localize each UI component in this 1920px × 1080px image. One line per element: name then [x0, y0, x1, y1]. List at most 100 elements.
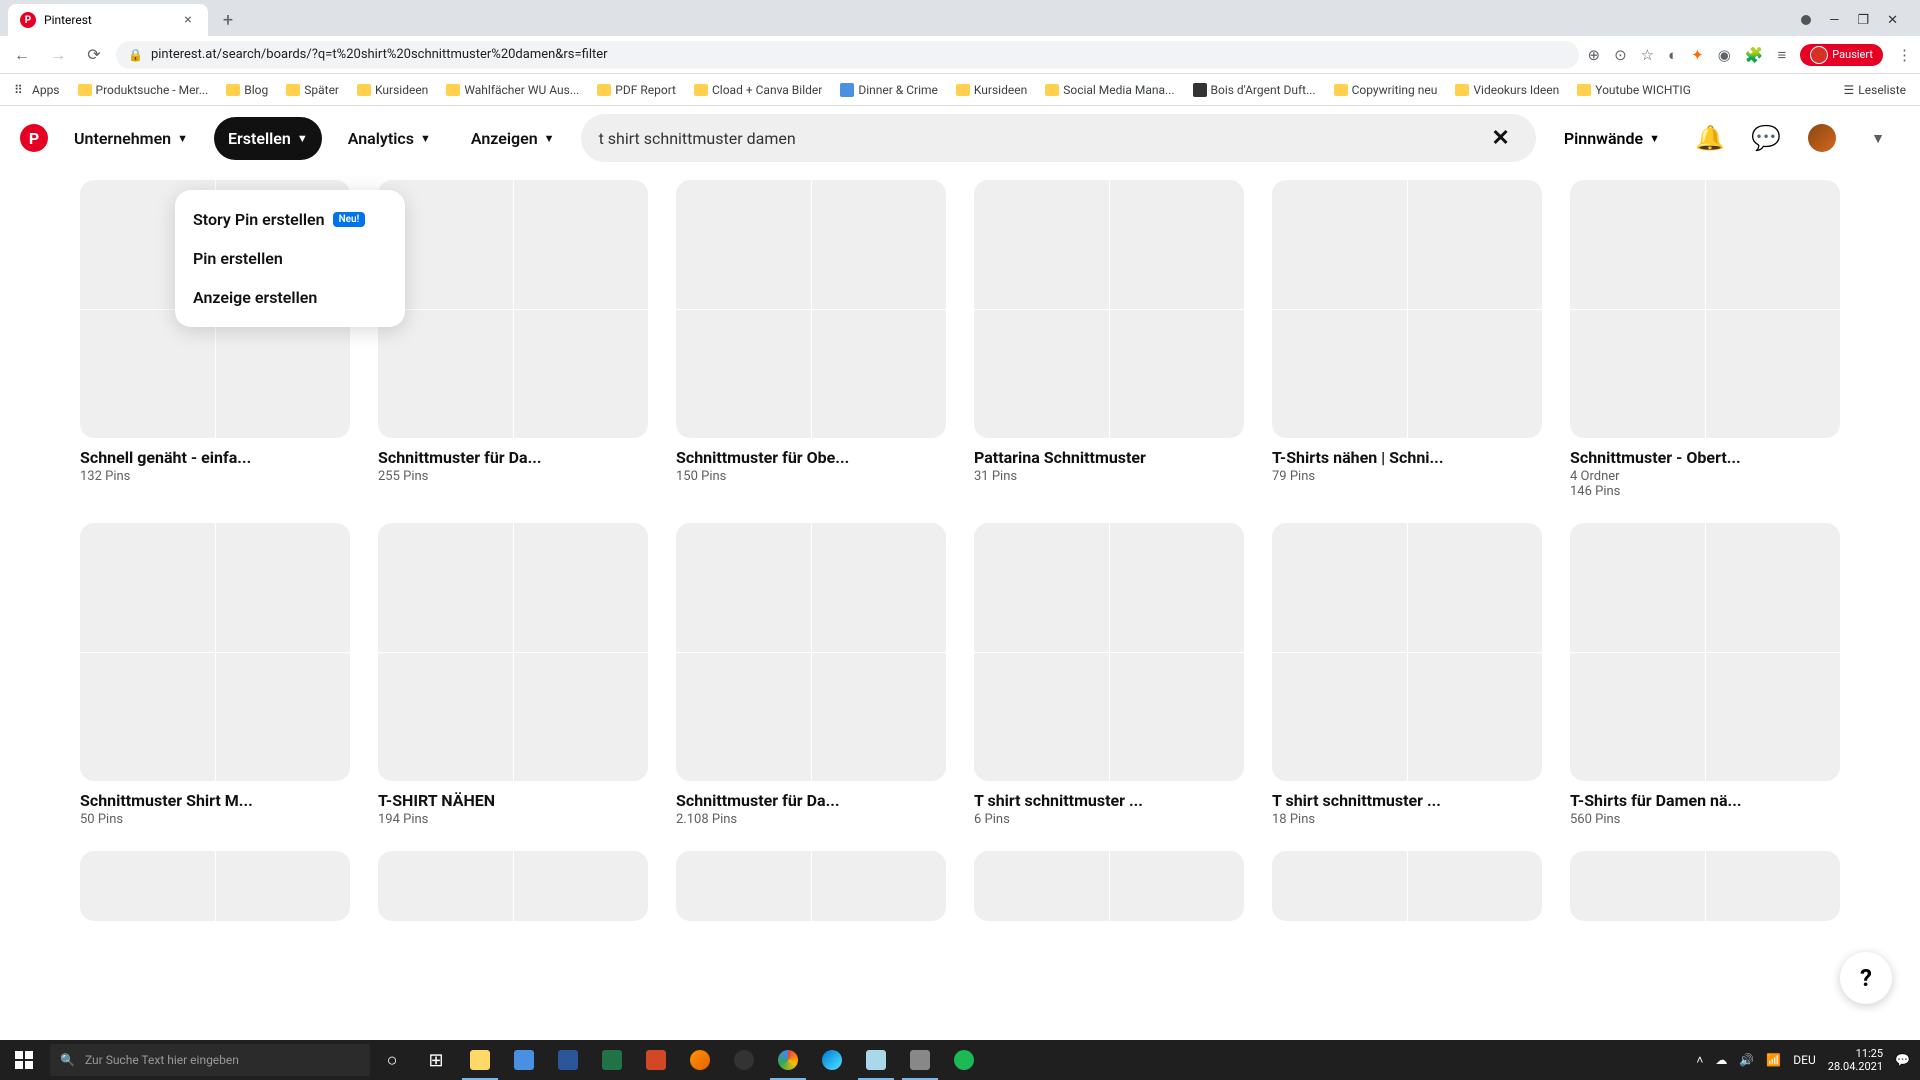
back-button[interactable]: ← [8, 41, 36, 69]
profile-badge[interactable]: Pausiert [1800, 44, 1883, 66]
url-field[interactable]: 🔒 pinterest.at/search/boards/?q=t%20shir… [116, 41, 1579, 69]
spotify-icon[interactable] [942, 1040, 986, 1080]
board-card[interactable]: Pattarina Schnittmuster 31 Pins [974, 180, 1244, 499]
app-icon-blue[interactable] [502, 1040, 546, 1080]
zoom-icon[interactable]: ⊙ [1614, 46, 1627, 64]
reload-button[interactable]: ⟳ [80, 41, 108, 69]
edge-icon[interactable] [810, 1040, 854, 1080]
reading-list-button[interactable]: ☰Leseliste [1838, 79, 1912, 101]
bookmark-item[interactable]: Produktsuche - Mer... [72, 79, 215, 101]
cortana-icon[interactable]: ○ [370, 1040, 414, 1080]
bookmark-item[interactable]: Blog [220, 79, 274, 101]
board-thumbnails [676, 523, 946, 781]
help-button[interactable]: ? [1840, 952, 1892, 1004]
thumbnail-placeholder [1408, 310, 1543, 439]
obs-icon[interactable] [722, 1040, 766, 1080]
dropdown-anzeige-erstellen[interactable]: Anzeige erstellen [175, 278, 405, 317]
bookmark-item[interactable]: PDF Report [591, 79, 682, 101]
board-card[interactable] [80, 851, 350, 921]
word-icon[interactable] [546, 1040, 590, 1080]
reading-list-icon[interactable]: ≡ [1778, 46, 1787, 64]
board-card[interactable] [974, 851, 1244, 921]
board-card[interactable]: Schnittmuster für Obe... 150 Pins [676, 180, 946, 499]
bookmark-item[interactable]: Kursideen [950, 79, 1033, 101]
account-menu-chevron[interactable]: ▼ [1856, 116, 1900, 160]
board-card[interactable]: T-SHIRT NÄHEN 194 Pins [378, 523, 648, 827]
extension-icon-3[interactable]: ◉ [1718, 46, 1731, 64]
board-card[interactable]: Schnittmuster für Da... 2.108 Pins [676, 523, 946, 827]
file-explorer-icon[interactable] [458, 1040, 502, 1080]
nav-erstellen[interactable]: Erstellen▼ [214, 117, 322, 160]
thumbnail-placeholder [1272, 653, 1407, 782]
bookmark-star-icon[interactable]: ☆ [1641, 46, 1654, 64]
nav-analytics[interactable]: Analytics▼ [334, 117, 445, 160]
minimize-icon[interactable]: — [1829, 13, 1839, 28]
wifi-icon[interactable]: 📶 [1766, 1053, 1781, 1067]
taskbar-search[interactable]: 🔍 Zur Suche Text hier eingeben [50, 1044, 370, 1076]
volume-icon[interactable]: 🔊 [1739, 1053, 1754, 1067]
bookmark-item[interactable]: Cload + Canva Bilder [688, 79, 828, 101]
extension-icon-1[interactable]: ◐ [1668, 46, 1677, 64]
maximize-icon[interactable]: ❐ [1857, 13, 1869, 28]
bookmark-item[interactable]: Copywriting neu [1328, 79, 1444, 101]
board-card[interactable]: T-Shirts nähen | Schni... 79 Pins [1272, 180, 1542, 499]
board-card[interactable]: Schnittmuster - Obert... 4 Ordner 146 Pi… [1570, 180, 1840, 499]
board-card[interactable]: T shirt schnittmuster ... 18 Pins [1272, 523, 1542, 827]
extensions-puzzle-icon[interactable]: 🧩 [1745, 46, 1764, 64]
nav-unternehmen[interactable]: Unternehmen▼ [60, 117, 202, 160]
board-card[interactable]: Schnittmuster für Da... 255 Pins [378, 180, 648, 499]
tray-chevron-icon[interactable]: ˄ [1696, 1053, 1703, 1067]
clear-search-icon[interactable]: ✕ [1483, 126, 1517, 151]
board-card[interactable] [1272, 851, 1542, 921]
bookmark-item[interactable]: Später [280, 79, 345, 101]
notifications-icon[interactable]: 🔔 [1688, 116, 1732, 160]
bookmark-item[interactable]: Social Media Mana... [1039, 79, 1180, 101]
menu-dots-icon[interactable]: ⋮ [1897, 46, 1912, 64]
excel-icon[interactable] [590, 1040, 634, 1080]
chevron-down-icon: ▼ [420, 132, 431, 145]
dropdown-pin-erstellen[interactable]: Pin erstellen [175, 239, 405, 278]
onedrive-icon[interactable]: ☁ [1715, 1053, 1727, 1067]
board-card[interactable]: T shirt schnittmuster ... 6 Pins [974, 523, 1244, 827]
site-icon [1193, 83, 1207, 97]
search-placeholder: Zur Suche Text hier eingeben [85, 1053, 239, 1067]
firefox-icon[interactable] [678, 1040, 722, 1080]
install-icon[interactable]: ⊕ [1587, 46, 1600, 64]
pinterest-logo[interactable]: P [20, 124, 48, 152]
board-card[interactable] [378, 851, 648, 921]
profile-avatar[interactable] [1800, 116, 1844, 160]
language-indicator[interactable]: DEU [1793, 1053, 1815, 1067]
board-card[interactable]: T-Shirts für Damen nä... 560 Pins [1570, 523, 1840, 827]
clock[interactable]: 11:25 28.04.2021 [1828, 1047, 1883, 1073]
search-input[interactable]: t shirt schnittmuster damen ✕ [581, 114, 1536, 162]
board-thumbnails [378, 180, 648, 438]
messages-icon[interactable]: 💬 [1744, 116, 1788, 160]
new-tab-button[interactable]: + [214, 6, 242, 34]
chrome-icon[interactable] [766, 1040, 810, 1080]
bookmark-apps[interactable]: ⠿Apps [8, 79, 66, 101]
forward-button[interactable]: → [44, 41, 72, 69]
account-dot-icon[interactable] [1801, 15, 1811, 25]
notifications-tray-icon[interactable]: 💬 [1895, 1053, 1910, 1067]
notepad-icon[interactable] [854, 1040, 898, 1080]
powerpoint-icon[interactable] [634, 1040, 678, 1080]
bookmark-item[interactable]: Videokurs Ideen [1449, 79, 1565, 101]
bookmark-item[interactable]: Wahlfächer WU Aus... [440, 79, 585, 101]
bookmark-item[interactable]: Bois d'Argent Duft... [1187, 79, 1322, 101]
bookmark-item[interactable]: Dinner & Crime [834, 79, 944, 101]
extension-icon-2[interactable]: ✦ [1691, 46, 1704, 64]
dropdown-story-pin[interactable]: Story Pin erstellen Neu! [175, 200, 405, 239]
filter-pinnwaende[interactable]: Pinnwände▼ [1548, 117, 1676, 160]
board-card[interactable] [1570, 851, 1840, 921]
close-tab-icon[interactable]: × [180, 12, 196, 28]
board-card[interactable] [676, 851, 946, 921]
browser-tab[interactable]: P Pinterest × [8, 4, 208, 36]
board-card[interactable]: Schnittmuster Shirt M... 50 Pins [80, 523, 350, 827]
task-view-icon[interactable]: ⊞ [414, 1040, 458, 1080]
close-window-icon[interactable]: ✕ [1887, 13, 1898, 28]
nav-anzeigen[interactable]: Anzeigen▼ [457, 117, 569, 160]
start-button[interactable] [0, 1040, 48, 1080]
bookmark-item[interactable]: Youtube WICHTIG [1571, 79, 1697, 101]
bookmark-item[interactable]: Kursideen [351, 79, 434, 101]
app-grey-icon[interactable] [898, 1040, 942, 1080]
